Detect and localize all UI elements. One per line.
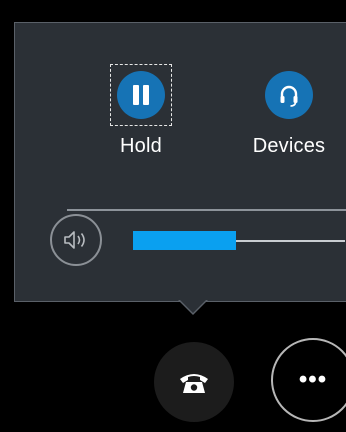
hold-button[interactable]: Hold bbox=[91, 64, 191, 191]
headset-icon bbox=[280, 85, 298, 107]
speaker-icon bbox=[64, 231, 85, 249]
focus-ring bbox=[110, 64, 172, 126]
end-call-button[interactable] bbox=[154, 342, 234, 422]
more-options-button[interactable]: ••• bbox=[271, 338, 346, 422]
divider bbox=[67, 209, 346, 211]
devices-label: Devices bbox=[252, 135, 326, 157]
more-icon: ••• bbox=[298, 366, 328, 393]
volume-slider-fill[interactable] bbox=[133, 231, 236, 250]
phone-icon bbox=[180, 374, 208, 393]
panel-pointer bbox=[178, 299, 208, 315]
hold-label: Hold bbox=[120, 135, 162, 157]
hold-circle bbox=[110, 64, 172, 126]
devices-button[interactable]: Devices bbox=[239, 71, 339, 191]
speaker-button[interactable] bbox=[50, 214, 102, 266]
devices-circle bbox=[265, 71, 313, 119]
